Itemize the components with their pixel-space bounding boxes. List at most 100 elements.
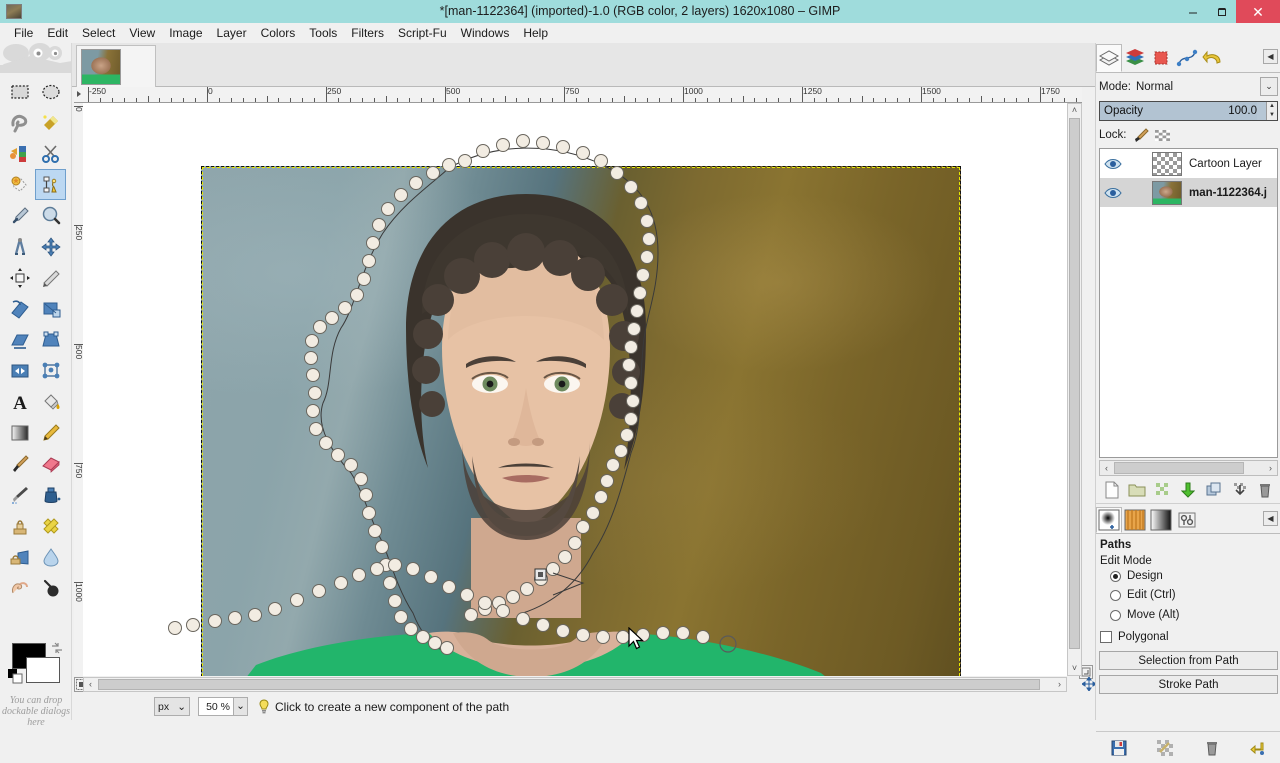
reset-tool-options-button[interactable] bbox=[1248, 738, 1268, 758]
delete-tool-options-button[interactable] bbox=[1202, 738, 1222, 758]
layer-list-horizontal-scrollbar[interactable]: ‹ › bbox=[1099, 460, 1278, 476]
edit-mode-edit-option[interactable]: Edit (Ctrl) bbox=[1110, 589, 1176, 601]
zoom-tool[interactable] bbox=[35, 200, 66, 231]
layers-dock-menu-button[interactable]: ◀ bbox=[1263, 49, 1278, 64]
menu-script-fu[interactable]: Script-Fu bbox=[391, 23, 454, 43]
ink-tool[interactable] bbox=[35, 479, 66, 510]
layerlist-scroll-right-arrow[interactable]: › bbox=[1264, 461, 1277, 475]
document-tab[interactable] bbox=[76, 45, 156, 87]
layerlist-scroll-left-arrow[interactable]: ‹ bbox=[1100, 461, 1113, 475]
path-anchor-node[interactable] bbox=[517, 135, 530, 148]
menu-filters[interactable]: Filters bbox=[344, 23, 391, 43]
shear-tool[interactable] bbox=[4, 324, 35, 355]
scroll-left-arrow[interactable]: ‹ bbox=[84, 678, 97, 691]
layer-visibility-eye-icon[interactable] bbox=[1102, 182, 1124, 204]
flip-tool[interactable] bbox=[4, 355, 35, 386]
opacity-spinner[interactable]: ▲▼ bbox=[1266, 102, 1277, 120]
airbrush-tool[interactable] bbox=[4, 479, 35, 510]
dodge-burn-tool[interactable] bbox=[35, 572, 66, 603]
ellipse-select-tool[interactable] bbox=[35, 76, 66, 107]
blur-sharpen-tool[interactable] bbox=[35, 541, 66, 572]
color-picker-tool[interactable] bbox=[4, 200, 35, 231]
save-tool-options-button[interactable] bbox=[1109, 738, 1129, 758]
menu-layer[interactable]: Layer bbox=[210, 23, 254, 43]
scissors-select-tool[interactable] bbox=[35, 138, 66, 169]
layer-row-photo[interactable]: man-1122364.j bbox=[1100, 178, 1277, 207]
path-anchor-node[interactable] bbox=[557, 141, 570, 154]
path-anchor-node[interactable] bbox=[537, 137, 550, 150]
canvas-horizontal-scrollbar[interactable]: ‹ › bbox=[83, 677, 1067, 692]
channels-tab[interactable] bbox=[1122, 44, 1148, 72]
menu-file[interactable]: File bbox=[7, 23, 40, 43]
minimize-button[interactable] bbox=[1178, 0, 1207, 23]
hscroll-thumb[interactable] bbox=[98, 679, 1040, 690]
duplicate-layer-button[interactable] bbox=[1153, 480, 1173, 500]
move-canvas-button[interactable] bbox=[1082, 677, 1096, 691]
clone-tool[interactable] bbox=[4, 510, 35, 541]
new-layer-group-button[interactable] bbox=[1127, 480, 1147, 500]
cage-transform-tool[interactable] bbox=[35, 355, 66, 386]
fuzzy-select-tool[interactable] bbox=[35, 107, 66, 138]
text-tool[interactable]: A bbox=[4, 386, 35, 417]
menu-edit[interactable]: Edit bbox=[40, 23, 75, 43]
path-nodes-tab[interactable] bbox=[1174, 44, 1200, 72]
layer-list[interactable]: Cartoon Layer man-1122364.j bbox=[1099, 148, 1278, 458]
gradient-tool[interactable] bbox=[4, 417, 35, 448]
lock-alpha-icon[interactable] bbox=[1154, 127, 1171, 144]
tool-options-dock-menu-button[interactable]: ◀ bbox=[1263, 511, 1278, 526]
pencil-tool[interactable] bbox=[35, 417, 66, 448]
background-color-swatch[interactable] bbox=[26, 657, 60, 683]
path-anchor-node[interactable] bbox=[169, 622, 182, 635]
swap-colors-icon[interactable] bbox=[50, 641, 64, 655]
menu-help[interactable]: Help bbox=[516, 23, 555, 43]
scroll-right-arrow[interactable]: › bbox=[1053, 678, 1066, 691]
edit-mode-move-option[interactable]: Move (Alt) bbox=[1110, 609, 1179, 621]
scroll-up-arrow[interactable]: ˄ bbox=[1068, 104, 1081, 117]
heal-tool[interactable] bbox=[35, 510, 66, 541]
layer-opacity-slider[interactable]: Opacity 100.0 ▲▼ bbox=[1099, 101, 1278, 121]
lock-pixels-icon[interactable] bbox=[1133, 127, 1150, 144]
alignment-tool[interactable] bbox=[4, 262, 35, 293]
foreground-select-tool[interactable] bbox=[4, 169, 35, 200]
anchor-layer-button[interactable] bbox=[1230, 480, 1250, 500]
paths-tool[interactable] bbox=[35, 169, 66, 200]
delete-layer-button[interactable] bbox=[1255, 480, 1275, 500]
paintbrush-tool[interactable] bbox=[4, 448, 35, 479]
perspective-clone-tool[interactable] bbox=[4, 541, 35, 572]
canvas[interactable] bbox=[83, 103, 1082, 676]
scale-tool[interactable] bbox=[35, 293, 66, 324]
lower-layer-button[interactable] bbox=[1178, 480, 1198, 500]
tool-options-tab[interactable] bbox=[1174, 507, 1200, 533]
menu-tools[interactable]: Tools bbox=[302, 23, 344, 43]
new-layer-button[interactable] bbox=[1102, 480, 1122, 500]
smudge-tool[interactable] bbox=[4, 572, 35, 603]
measure-tool[interactable] bbox=[4, 231, 35, 262]
vscroll-thumb[interactable] bbox=[1069, 118, 1080, 649]
rectangle-select-tool[interactable] bbox=[4, 76, 35, 107]
menu-view[interactable]: View bbox=[122, 23, 162, 43]
gradients-tab[interactable] bbox=[1148, 507, 1174, 533]
close-button[interactable]: ✕ bbox=[1236, 0, 1280, 23]
edit-mode-design-option[interactable]: Design bbox=[1110, 570, 1163, 582]
layers-tab[interactable] bbox=[1096, 44, 1122, 72]
zoom-selector[interactable]: 50 % ⌄ bbox=[198, 697, 248, 716]
select-by-color-tool[interactable] bbox=[4, 138, 35, 169]
layerlist-scroll-thumb[interactable] bbox=[1114, 462, 1244, 474]
merge-down-button[interactable] bbox=[1204, 480, 1224, 500]
path-anchor-node[interactable] bbox=[577, 147, 590, 160]
unit-selector[interactable]: px ⌄ bbox=[154, 697, 190, 716]
move-tool[interactable] bbox=[35, 231, 66, 262]
brushes-tab[interactable] bbox=[1096, 507, 1122, 533]
undo-history-tab[interactable] bbox=[1200, 44, 1226, 72]
horizontal-ruler[interactable]: -25002505007501000125015001750 bbox=[82, 87, 1082, 103]
bucket-fill-tool[interactable] bbox=[35, 386, 66, 417]
path-anchor-node[interactable] bbox=[477, 145, 490, 158]
menu-colors[interactable]: Colors bbox=[254, 23, 303, 43]
paths-tab[interactable] bbox=[1148, 44, 1174, 72]
crop-tool[interactable] bbox=[35, 262, 66, 293]
path-anchor-node[interactable] bbox=[187, 619, 200, 632]
menu-image[interactable]: Image bbox=[162, 23, 209, 43]
free-select-tool[interactable] bbox=[4, 107, 35, 138]
canvas-vertical-scrollbar[interactable]: ˄ ˅ bbox=[1067, 103, 1082, 676]
menu-windows[interactable]: Windows bbox=[454, 23, 517, 43]
